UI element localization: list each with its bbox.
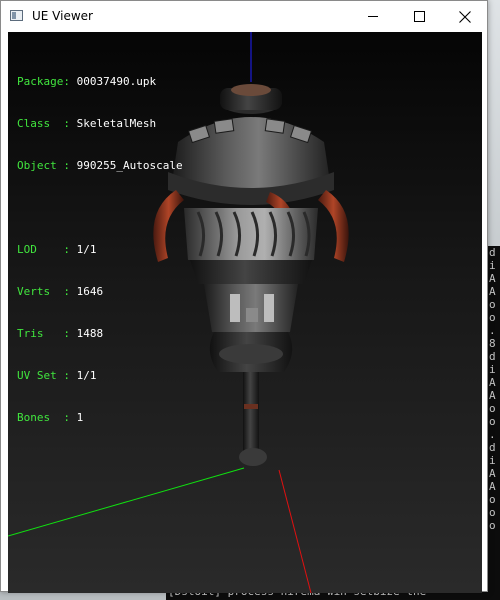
- verts-value: 1646: [76, 285, 104, 298]
- bones-label: Bones :: [17, 411, 70, 424]
- console-line: o: [489, 402, 496, 415]
- lod-value: 1/1: [76, 243, 97, 256]
- console-line: A: [489, 285, 496, 298]
- console-line: o: [489, 298, 496, 311]
- mesh-shaft: [243, 372, 259, 452]
- close-button[interactable]: [442, 1, 488, 32]
- package-label: Package:: [17, 75, 70, 88]
- tris-label: Tris :: [17, 327, 70, 340]
- console-line: d: [489, 350, 496, 363]
- window-title: UE Viewer: [32, 9, 93, 23]
- console-line: o: [489, 311, 496, 324]
- mesh-lower-collar: [190, 260, 312, 284]
- bones-value: 1: [76, 411, 84, 424]
- console-line: .: [489, 428, 496, 441]
- console-line: i: [489, 259, 496, 272]
- ue-viewer-window: UE Viewer Package: 00037490.upk Class: …: [0, 0, 488, 593]
- console-line: d: [489, 246, 496, 259]
- lod-label: LOD :: [17, 243, 70, 256]
- mesh-bulb-ring: [219, 344, 283, 364]
- console-line: o: [489, 519, 496, 532]
- console-line: o: [489, 493, 496, 506]
- console-line: i: [489, 363, 496, 376]
- mesh-top-knob: [231, 84, 271, 96]
- object-label: Object :: [17, 159, 70, 172]
- mesh-right-handle: [318, 190, 349, 262]
- app-window-icon[interactable]: [10, 10, 23, 21]
- close-icon: [459, 10, 471, 23]
- title-bar[interactable]: UE Viewer: [1, 1, 487, 32]
- console-line: A: [489, 467, 496, 480]
- console-line: i: [489, 454, 496, 467]
- package-value: 00037490.upk: [76, 75, 157, 88]
- class-label: Class :: [17, 117, 70, 130]
- class-value: SkeletalMesh: [76, 117, 157, 130]
- mesh-pommel: [239, 448, 267, 466]
- tris-value: 1488: [76, 327, 104, 340]
- mesh-info-overlay: Package: 00037490.upk Class : SkeletalMe…: [17, 47, 183, 453]
- console-line: 8: [489, 337, 496, 350]
- console-line: A: [489, 480, 496, 493]
- console-line: .: [489, 324, 496, 337]
- object-value: 990255_Autoscale: [76, 159, 183, 172]
- minimize-icon: [368, 16, 378, 17]
- console-line: o: [489, 415, 496, 428]
- console-line: A: [489, 272, 496, 285]
- console-line: o: [489, 506, 496, 519]
- uvset-label: UV Set :: [17, 369, 70, 382]
- mesh-shaft-ring: [244, 404, 258, 409]
- console-line: A: [489, 389, 496, 402]
- x-axis-line: [278, 469, 312, 593]
- console-line: d: [489, 441, 496, 454]
- uvset-value: 1/1: [76, 369, 97, 382]
- maximize-button[interactable]: [396, 1, 442, 32]
- verts-label: Verts :: [17, 285, 70, 298]
- y-axis-line: [8, 467, 245, 537]
- minimize-button[interactable]: [350, 1, 396, 32]
- background-console-window: diAAoo.8diAAoo.diAAooo: [488, 246, 500, 600]
- maximize-icon: [413, 11, 425, 22]
- 3d-viewport[interactable]: Package: 00037490.upk Class : SkeletalMe…: [8, 32, 482, 593]
- console-line: A: [489, 376, 496, 389]
